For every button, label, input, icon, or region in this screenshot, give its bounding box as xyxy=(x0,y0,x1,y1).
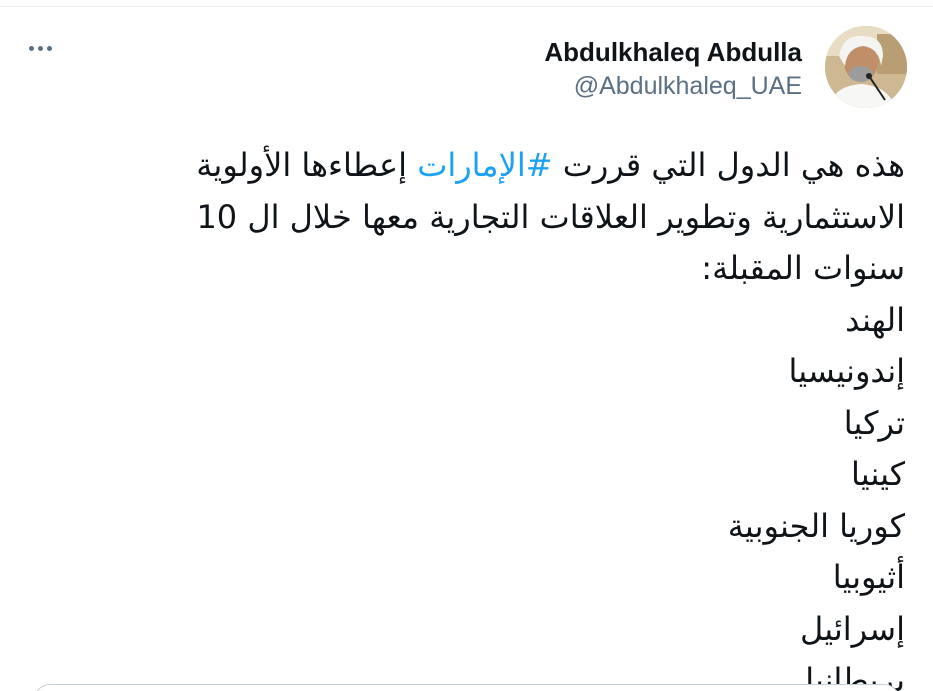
tweet-line-3: سنوات المقبلة: xyxy=(701,249,905,287)
top-divider xyxy=(0,6,933,7)
more-horizontal-icon xyxy=(37,45,43,51)
more-horizontal-icon xyxy=(28,45,34,51)
avatar-image xyxy=(825,26,907,108)
country-item: تركيا xyxy=(843,403,905,442)
avatar[interactable] xyxy=(825,26,907,108)
tweet-author[interactable]: Abdulkhaleq Abdulla @Abdulkhaleq_UAE xyxy=(544,36,802,102)
tweet-page: Abdulkhaleq Abdulla @Abdulkhaleq_UAE هذه… xyxy=(0,0,933,691)
hashtag-link[interactable]: #الإمارات xyxy=(417,146,552,184)
quoted-card-edge[interactable] xyxy=(34,684,900,691)
text-segment: هذه هي الدول التي قررت xyxy=(552,146,905,184)
country-item: كوريا الجنوبية xyxy=(727,506,905,545)
tweet-text: هذه هي الدول التي قررت #الإمارات إعطاءها… xyxy=(55,140,905,691)
country-item: إندونيسيا xyxy=(788,352,905,390)
tweet-line-2: الاستثمارية وتطوير العلاقات التجارية معه… xyxy=(196,197,905,236)
more-horizontal-icon xyxy=(46,45,52,51)
country-item: إسرائيل xyxy=(799,609,905,648)
more-options-button[interactable] xyxy=(22,36,58,60)
country-item: أثيوبيا xyxy=(832,558,905,596)
author-handle[interactable]: @Abdulkhaleq_UAE xyxy=(544,70,802,102)
country-item: كينيا xyxy=(851,455,905,493)
author-name[interactable]: Abdulkhaleq Abdulla xyxy=(544,36,802,68)
tweet-line-1: هذه هي الدول التي قررت #الإمارات إعطاءها… xyxy=(55,140,905,192)
text-segment: إعطاءها الأولوية xyxy=(196,146,418,184)
country-item: الهند xyxy=(845,300,905,339)
